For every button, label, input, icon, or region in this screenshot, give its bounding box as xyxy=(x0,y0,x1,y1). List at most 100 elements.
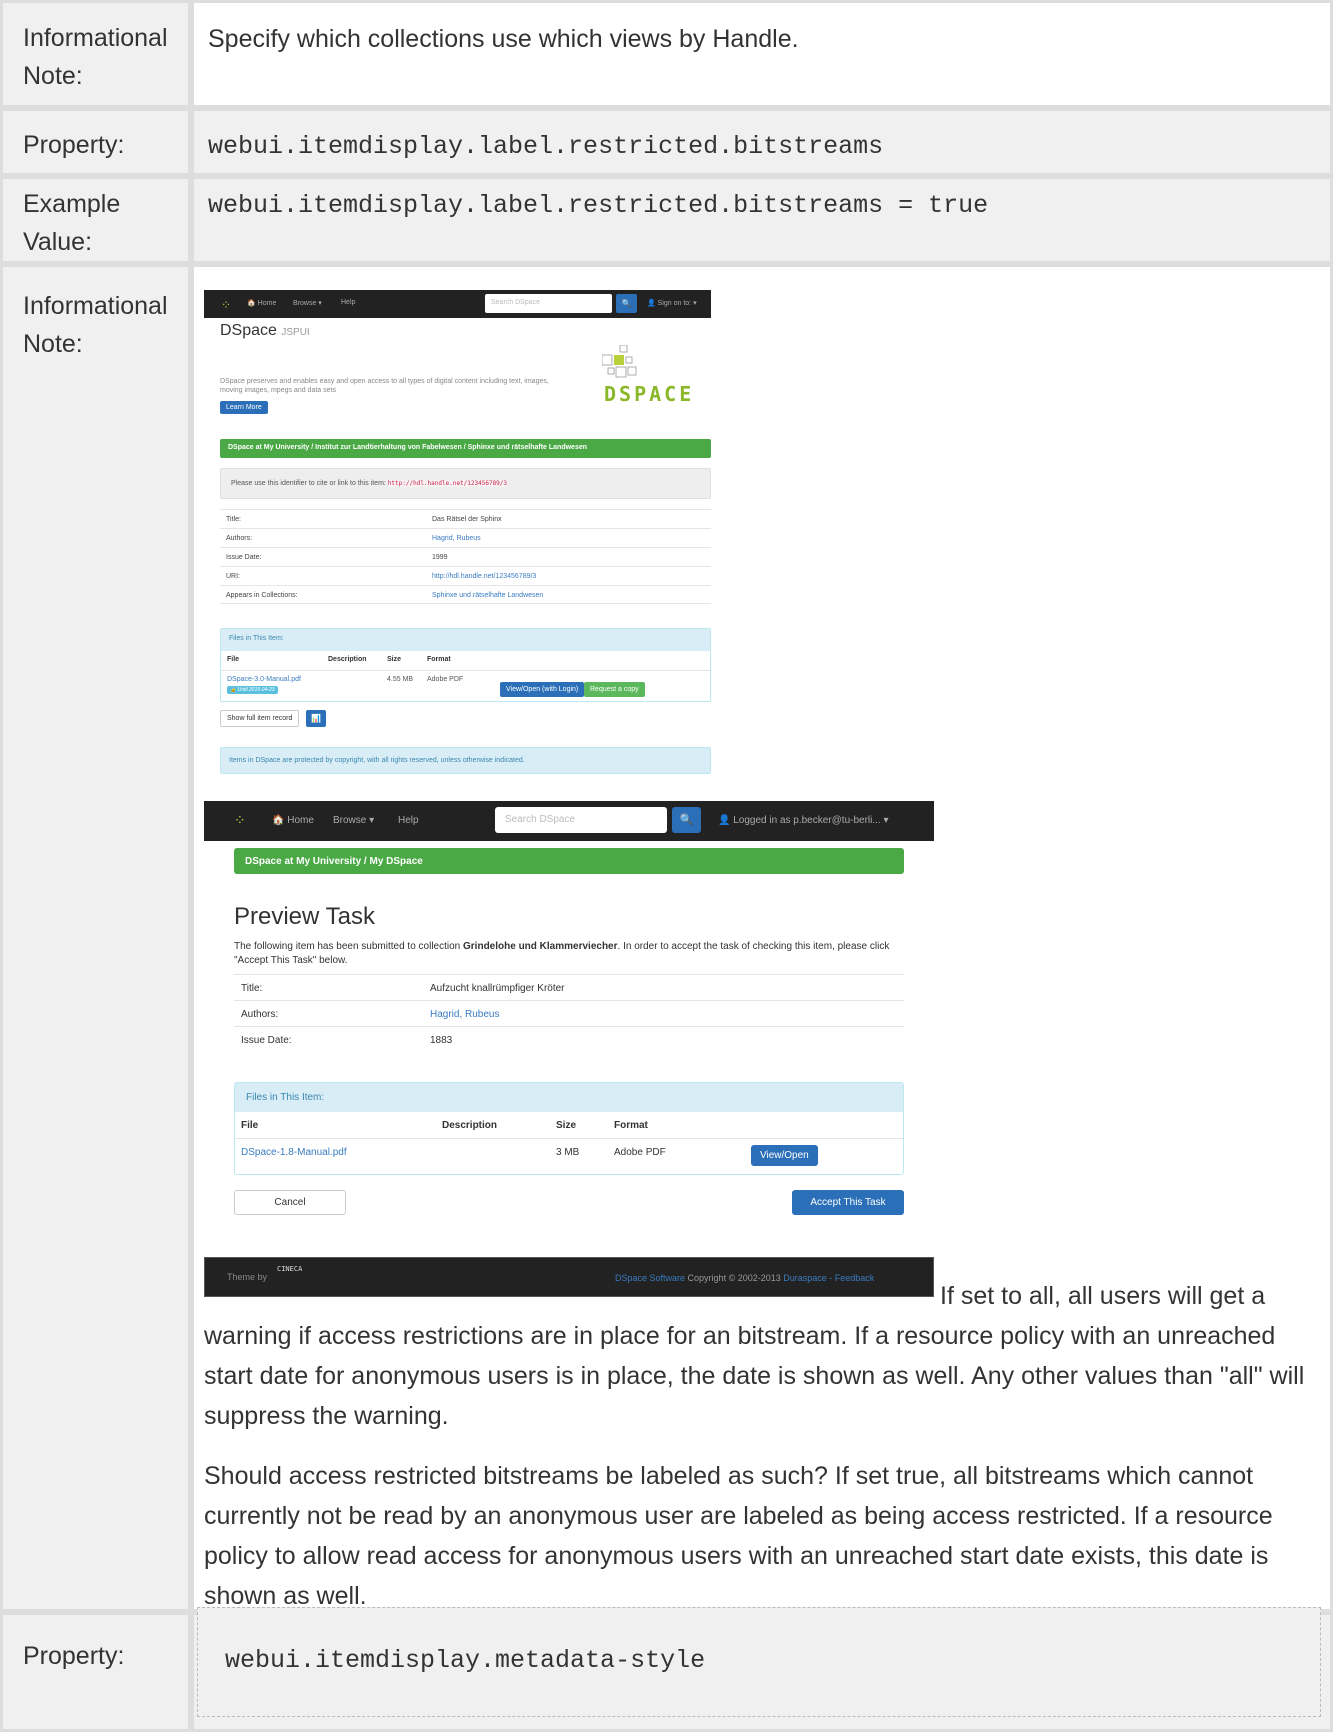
metadata-key: URI: xyxy=(226,573,240,580)
search-icon[interactable]: 🔍 xyxy=(616,294,637,313)
row-label-property: Property: xyxy=(0,1612,191,1732)
label-text: Informational xyxy=(23,24,168,52)
nav-browse-menu[interactable]: Browse ▾ xyxy=(293,299,322,307)
file-link[interactable]: DSpace-3.0-Manual.pdf xyxy=(227,676,301,683)
theme-by-text: Theme by xyxy=(227,1272,268,1282)
title-subtext: JSPUI xyxy=(281,327,310,338)
breadcrumb[interactable]: DSpace at My University / Institut zur L… xyxy=(220,439,711,458)
cineca-logo[interactable]: CINECA xyxy=(277,1265,302,1273)
metadata-table: Title: Das Rätsel der Sphinx Authors: Hagr… xyxy=(220,509,711,604)
nav-help-link[interactable]: Help xyxy=(341,299,355,306)
copyright-notice: Items in DSpace are protected by copyrig… xyxy=(220,747,711,774)
feedback-link[interactable]: Feedback xyxy=(835,1273,875,1283)
metadata-value: 1883 xyxy=(430,1035,453,1046)
code-block: webui.itemdisplay.metadata-style xyxy=(197,1607,1321,1717)
dspace-item-screenshot: ⁘ 🏠 Home Browse ▾ Help Search DSpace 🔍 👤… xyxy=(204,290,711,777)
nav-home-link[interactable]: 🏠 Home xyxy=(272,815,314,826)
page-title: Preview Task xyxy=(234,903,375,930)
show-full-record-button[interactable]: Show full item record xyxy=(220,710,300,727)
file-format: Adobe PDF xyxy=(614,1147,666,1158)
copyright-text: Copyright © 2002-2013 xyxy=(685,1273,784,1283)
dspace-wordmark: DSPACE xyxy=(604,382,695,406)
table-row: Issue Date: 1883 xyxy=(234,1026,904,1052)
metadata-key: Authors: xyxy=(226,535,253,542)
metadata-table: Title: Aufzucht knallrümpfiger Kröter Aut… xyxy=(234,974,904,1052)
dspace-logo-icon[interactable]: ⁘ xyxy=(221,298,231,312)
uri-link[interactable]: http://hdl.handle.net/123456789/3 xyxy=(432,573,536,580)
files-header-row: File Description Size Format xyxy=(221,651,710,670)
files-panel: Files in This Item: File Description Siz… xyxy=(234,1082,904,1175)
files-heading: Files in This Item: xyxy=(221,629,710,651)
column-header: Size xyxy=(556,1120,577,1131)
view-open-login-button[interactable]: View/Open (with Login) xyxy=(500,682,585,697)
embargo-badge: 🔒 Until 2015-04-23 xyxy=(227,686,278,694)
metadata-key: Issue Date: xyxy=(241,1035,292,1046)
column-header: File xyxy=(241,1120,259,1131)
metadata-key: Appears in Collections: xyxy=(226,592,298,599)
metadata-key: Authors: xyxy=(241,1009,279,1020)
column-header: File xyxy=(227,656,240,663)
nav-help-link[interactable]: Help xyxy=(398,815,419,826)
nav-home-link[interactable]: 🏠 Home xyxy=(247,299,276,307)
informational-note-text: Specify which collections use which view… xyxy=(208,25,799,53)
accept-task-button[interactable]: Accept This Task xyxy=(792,1190,904,1215)
file-size: 3 MB xyxy=(556,1147,580,1158)
table-row: Example Value: webui.itemdisplay.label.r… xyxy=(0,176,1333,264)
row-label-property: Property: xyxy=(0,108,191,176)
table-row: Authors: Hagrid, Rubeus xyxy=(234,1000,904,1026)
duraspace-link[interactable]: Duraspace xyxy=(783,1273,827,1283)
row-label-informational-note: Informational Note: xyxy=(0,0,191,108)
metadata-value: Das Rätsel der Sphinx xyxy=(432,516,502,523)
files-heading: Files in This Item: xyxy=(235,1083,903,1112)
dspace-software-link[interactable]: DSpace Software xyxy=(615,1273,685,1283)
table-row: DSpace-1.8-Manual.pdf 3 MB Adobe PDF Vie… xyxy=(235,1138,903,1174)
footer-copyright: DSpace Software Copyright © 2002-2013 Du… xyxy=(615,1273,874,1283)
sign-on-menu[interactable]: 👤 Sign on to: ▾ xyxy=(647,299,697,307)
file-format: Adobe PDF xyxy=(427,676,464,683)
table-row: Informational Note: Specify which collec… xyxy=(0,0,1333,108)
separator: - xyxy=(826,1273,835,1283)
request-copy-button[interactable]: Request a copy xyxy=(584,682,645,697)
author-link[interactable]: Hagrid, Rubeus xyxy=(432,535,481,542)
title-text: DSpace xyxy=(220,322,277,339)
description: DSpace preserves and enables easy and op… xyxy=(220,378,549,394)
row-value: Specify which collections use which view… xyxy=(191,0,1333,108)
table-row: Property: webui.itemdisplay.label.restri… xyxy=(0,108,1333,176)
row-label-informational-note: Informational Note: xyxy=(0,264,191,1612)
files-header-row: File Description Size Format xyxy=(235,1112,903,1138)
navbar: ⁘ 🏠 Home Browse ▾ Help Search DSpace 🔍 👤… xyxy=(204,801,934,841)
learn-more-button[interactable]: Learn More xyxy=(220,401,268,414)
collection-name: Grindelohe und Klammerviecher xyxy=(463,941,618,952)
table-row: Authors: Hagrid, Rubeus xyxy=(220,528,711,547)
user-menu[interactable]: 👤 Logged in as p.becker@tu-berli... ▾ xyxy=(718,815,888,826)
row-value: webui.itemdisplay.label.restricted.bitst… xyxy=(191,176,1333,264)
table-row: URI: http://hdl.handle.net/123456789/3 xyxy=(220,566,711,585)
page-title: DSpace JSPUI xyxy=(220,322,310,340)
search-icon[interactable]: 🔍 xyxy=(672,807,701,833)
cancel-button[interactable]: Cancel xyxy=(234,1190,346,1215)
dspace-logo-icon[interactable]: ⁘ xyxy=(234,812,246,829)
handle-notice: Please use this identifier to cite or li… xyxy=(220,468,711,499)
table-row: Appears in Collections: Sphinxe und rätse… xyxy=(220,585,711,604)
footer: Theme by CINECA DSpace Software Copyrigh… xyxy=(204,1257,934,1297)
author-link[interactable]: Hagrid, Rubeus xyxy=(430,1009,499,1020)
preview-task-screenshot: ⁘ 🏠 Home Browse ▾ Help Search DSpace 🔍 👤… xyxy=(204,801,934,1297)
note-inline-text: If set to all, all users will get a xyxy=(940,1282,1266,1310)
collection-link[interactable]: Sphinxe und rätselhafte Landwesen xyxy=(432,592,543,599)
search-input[interactable]: Search DSpace xyxy=(485,294,612,313)
file-link[interactable]: DSpace-1.8-Manual.pdf xyxy=(241,1147,347,1158)
label-text: Note: xyxy=(23,62,83,90)
column-header: Format xyxy=(614,1120,648,1131)
handle-text: Please use this identifier to cite or li… xyxy=(231,480,386,487)
view-open-button[interactable]: View/Open xyxy=(751,1145,818,1166)
nav-browse-menu[interactable]: Browse ▾ xyxy=(333,815,374,826)
column-header: Size xyxy=(387,656,402,663)
breadcrumb[interactable]: DSpace at My University / My DSpace xyxy=(234,848,904,874)
navbar: ⁘ 🏠 Home Browse ▾ Help Search DSpace 🔍 👤… xyxy=(204,290,711,318)
note-text: warning if access restrictions are in pl… xyxy=(204,1322,1305,1430)
label-text: Property: xyxy=(23,1642,125,1670)
statistics-icon[interactable]: 📊 xyxy=(306,710,326,727)
column-header: Description xyxy=(442,1120,498,1131)
search-input[interactable]: Search DSpace xyxy=(495,807,667,833)
metadata-value: 1999 xyxy=(432,554,448,561)
